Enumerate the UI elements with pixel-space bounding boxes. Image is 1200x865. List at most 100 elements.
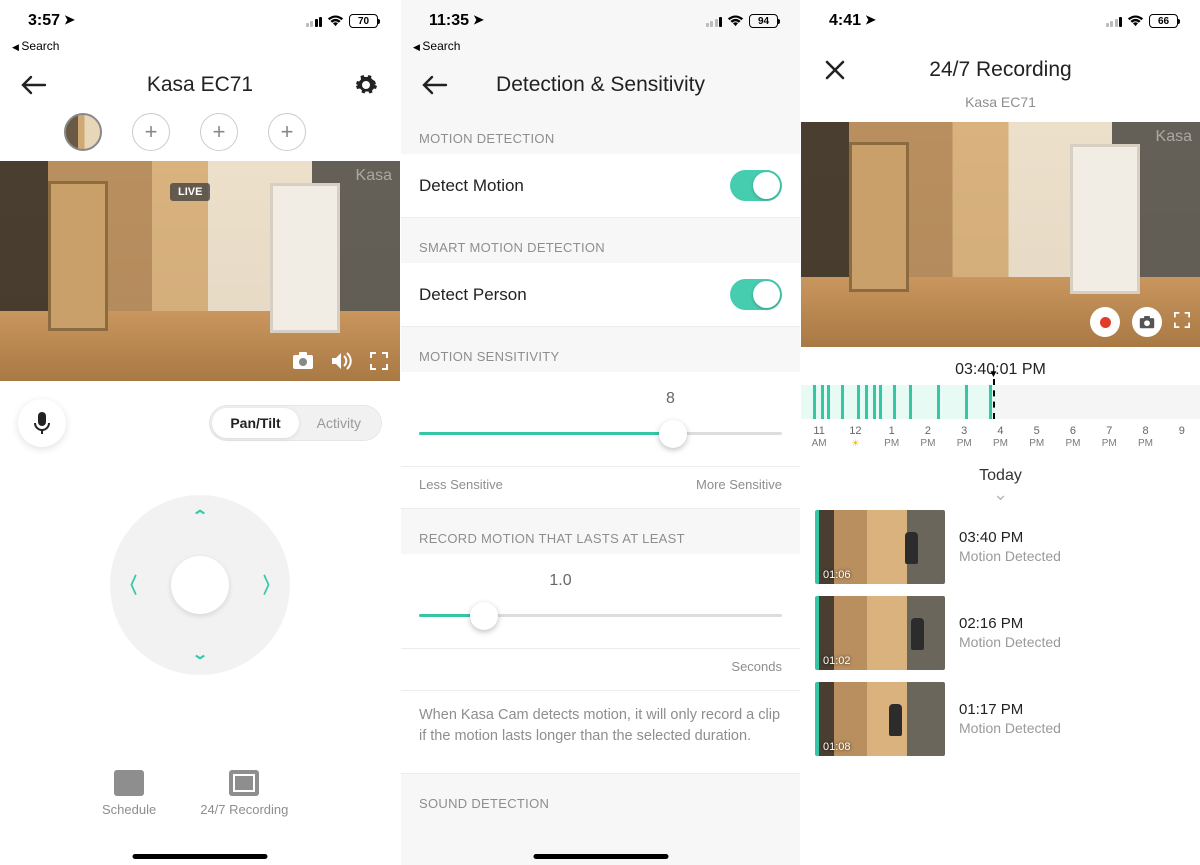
clip-thumbnail[interactable]: 01:08 — [815, 682, 945, 756]
page-title: Kasa EC71 — [147, 73, 253, 97]
recording-label: 24/7 Recording — [200, 802, 288, 817]
hour-label: 5PM — [1019, 425, 1055, 449]
hour-label: 12☀ — [837, 425, 873, 449]
record-button[interactable] — [1090, 307, 1120, 337]
status-bar: 4:41 ➤ 66 — [801, 0, 1200, 42]
sensitivity-slider[interactable] — [419, 414, 782, 454]
section-sensitivity: MOTION SENSITIVITY — [401, 327, 800, 372]
pan-tilt-dpad: ⌃ ⌄ 〈 〉 — [110, 495, 290, 675]
dpad-right[interactable]: 〉 — [263, 570, 278, 599]
location-icon: ➤ — [64, 12, 75, 28]
preset-thumbnail[interactable] — [64, 113, 102, 151]
less-sensitive-label: Less Sensitive — [419, 477, 503, 492]
dpad-down[interactable]: ⌄ — [191, 645, 209, 663]
seconds-label: Seconds — [731, 659, 782, 674]
battery-icon: 66 — [1149, 14, 1178, 28]
duration-slider[interactable] — [419, 596, 782, 636]
dpad-center[interactable] — [171, 556, 229, 614]
home-indicator[interactable] — [133, 854, 268, 859]
live-badge: LIVE — [170, 183, 210, 201]
detect-person-label: Detect Person — [419, 285, 527, 305]
detect-motion-cell: Detect Motion — [401, 154, 800, 218]
today-header: Today — [801, 467, 1200, 485]
sensitivity-slider-block: 8 — [401, 372, 800, 467]
wifi-icon — [727, 15, 744, 27]
clip-thumbnail[interactable]: 01:02 — [815, 596, 945, 670]
screen-detection-settings: 11:35 ➤ 94 Search Detection & Sensitivit… — [400, 0, 800, 865]
timeline-hours: 11AM12☀1PM2PM3PM4PM5PM6PM7PM8PM9 — [801, 419, 1200, 453]
back-to-search[interactable]: Search — [401, 39, 800, 53]
hour-label: 7PM — [1091, 425, 1127, 449]
help-text: When Kasa Cam detects motion, it will on… — [401, 691, 800, 774]
clip-item[interactable]: 01:08 01:17 PM Motion Detected — [815, 682, 1186, 756]
mute-icon[interactable] — [330, 351, 352, 371]
clip-item[interactable]: 01:02 02:16 PM Motion Detected — [815, 596, 1186, 670]
location-icon: ➤ — [473, 12, 484, 28]
back-to-search[interactable]: Search — [0, 39, 400, 53]
detect-motion-label: Detect Motion — [419, 176, 524, 196]
clip-description: Motion Detected — [959, 720, 1061, 736]
clip-description: Motion Detected — [959, 634, 1061, 650]
wifi-icon — [1127, 15, 1144, 27]
hour-label: 3PM — [946, 425, 982, 449]
clip-time: 03:40 PM — [959, 529, 1061, 546]
tab-pan-tilt[interactable]: Pan/Tilt — [212, 408, 298, 438]
recording-button[interactable]: 24/7 Recording — [200, 770, 288, 817]
screen-247-recording: 4:41 ➤ 66 24/7 Recording Kasa EC71 Kasa — [800, 0, 1200, 865]
bottom-actions: Schedule 24/7 Recording — [0, 770, 400, 817]
screen-live-view: 3:57 ➤ 70 Search Kasa EC71 + + + LIVE Ka… — [0, 0, 400, 865]
clip-duration: 01:08 — [823, 741, 851, 753]
playback-timestamp: 03:40:01 PM — [801, 361, 1200, 379]
page-title: Detection & Sensitivity — [496, 73, 705, 97]
clips-list: 01:06 03:40 PM Motion Detected 01:02 02:16 P… — [801, 510, 1200, 756]
microphone-button[interactable] — [18, 399, 66, 447]
wifi-icon — [327, 15, 344, 27]
close-icon[interactable] — [821, 56, 849, 84]
clip-time: 02:16 PM — [959, 615, 1061, 632]
clip-time: 01:17 PM — [959, 701, 1061, 718]
status-time: 4:41 — [829, 12, 861, 30]
gear-icon[interactable] — [352, 71, 380, 99]
clip-item[interactable]: 01:06 03:40 PM Motion Detected — [815, 510, 1186, 584]
hour-label: 9 — [1164, 425, 1200, 449]
add-preset-button[interactable]: + — [200, 113, 238, 151]
chevron-down-icon[interactable]: ⌄ — [801, 489, 1200, 500]
location-icon: ➤ — [865, 12, 876, 28]
hour-label: 8PM — [1127, 425, 1163, 449]
fullscreen-icon[interactable] — [1174, 312, 1190, 333]
duration-slider-block: 1.0 — [401, 554, 800, 649]
detect-person-toggle[interactable] — [730, 279, 782, 310]
live-video-feed[interactable]: LIVE Kasa — [0, 161, 400, 381]
hour-label: 1PM — [874, 425, 910, 449]
schedule-button[interactable]: Schedule — [102, 770, 156, 817]
cellular-icon — [706, 15, 723, 27]
watermark: Kasa — [1156, 128, 1192, 146]
timeline[interactable] — [801, 385, 1200, 419]
dpad-up[interactable]: ⌃ — [191, 507, 209, 525]
hour-label: 4PM — [982, 425, 1018, 449]
section-motion-detection: MOTION DETECTION — [401, 109, 800, 154]
cellular-icon — [1106, 15, 1123, 27]
back-arrow-icon[interactable] — [20, 71, 48, 99]
battery-icon: 94 — [749, 14, 778, 28]
status-bar: 3:57 ➤ 70 — [0, 0, 400, 42]
app-header: Kasa EC71 — [0, 57, 400, 109]
detect-motion-toggle[interactable] — [730, 170, 782, 201]
add-preset-button[interactable]: + — [132, 113, 170, 151]
fullscreen-icon[interactable] — [368, 351, 390, 371]
add-preset-button[interactable]: + — [268, 113, 306, 151]
more-sensitive-label: More Sensitive — [696, 477, 782, 492]
tab-activity[interactable]: Activity — [299, 408, 379, 438]
home-indicator[interactable] — [533, 854, 668, 859]
recorded-video-feed[interactable]: Kasa — [801, 122, 1200, 347]
snapshot-icon[interactable] — [292, 351, 314, 371]
back-arrow-icon[interactable] — [421, 71, 449, 99]
status-bar: 11:35 ➤ 94 — [401, 0, 800, 42]
snapshot-icon[interactable] — [1132, 307, 1162, 337]
section-record-duration: RECORD MOTION THAT LASTS AT LEAST — [401, 509, 800, 554]
clip-description: Motion Detected — [959, 548, 1061, 564]
duration-value: 1.0 — [400, 572, 742, 590]
mode-segmented-control: Pan/Tilt Activity — [209, 405, 382, 441]
clip-thumbnail[interactable]: 01:06 — [815, 510, 945, 584]
dpad-left[interactable]: 〈 — [122, 570, 137, 599]
